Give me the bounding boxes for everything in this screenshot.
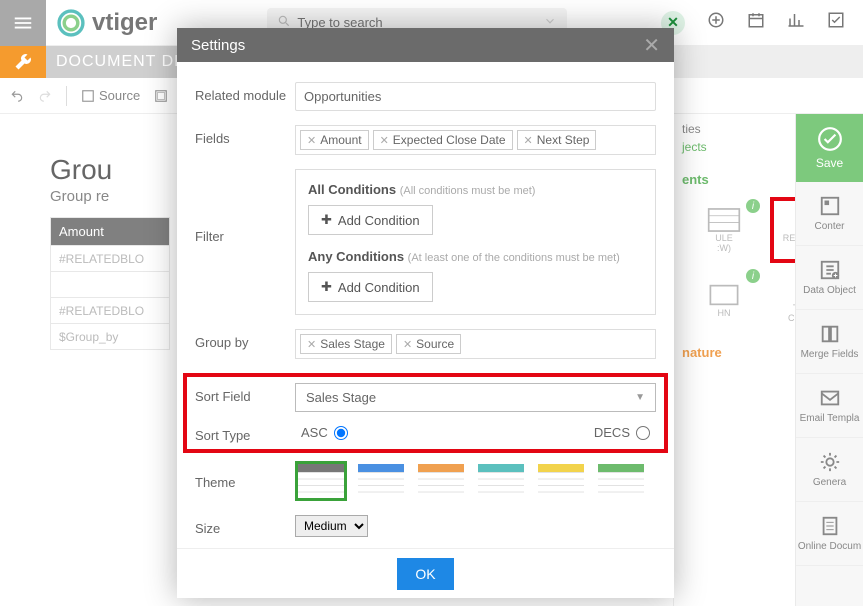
sort-field-select[interactable]: Sales Stage ▼ bbox=[295, 383, 656, 412]
remove-chip-icon[interactable]: ✕ bbox=[307, 338, 316, 351]
label-theme: Theme bbox=[195, 461, 295, 501]
chevron-down-icon: ▼ bbox=[635, 392, 645, 403]
component-rel-module[interactable]: i ULE :W) bbox=[682, 197, 766, 263]
menu-toggle-button[interactable] bbox=[0, 0, 46, 46]
modal-title: Settings bbox=[191, 37, 245, 54]
field-chip[interactable]: ✕Expected Close Date bbox=[373, 130, 513, 150]
sort-highlight: Sort Field Sales Stage ▼ Sort Type ASC D… bbox=[183, 373, 668, 453]
template-button[interactable] bbox=[154, 89, 168, 103]
label-fields: Fields bbox=[195, 125, 295, 155]
remove-chip-icon[interactable]: ✕ bbox=[307, 134, 316, 147]
theme-gray[interactable] bbox=[295, 461, 347, 501]
preview-table[interactable]: Amount #RELATEDBLO #RELATEDBLO $Group_by bbox=[50, 217, 170, 350]
toolbar-online-docs[interactable]: Online Docum bbox=[796, 502, 863, 566]
plus-icon: ✚ bbox=[321, 212, 332, 228]
source-button[interactable]: Source bbox=[81, 88, 140, 103]
modal-header: Settings ✕ bbox=[177, 28, 674, 62]
field-chip[interactable]: ✕Amount bbox=[300, 130, 369, 150]
settings-modal: Settings ✕ Related module Opportunities … bbox=[177, 28, 674, 598]
filter-box: All Conditions (All conditions must be m… bbox=[295, 169, 656, 315]
plus-icon: ✚ bbox=[321, 279, 332, 295]
modal-close-button[interactable]: ✕ bbox=[643, 33, 660, 58]
filter-all-title: All Conditions bbox=[308, 182, 396, 197]
toolbar-email-template[interactable]: Email Templa bbox=[796, 374, 863, 438]
sort-asc-radio[interactable]: ASC bbox=[301, 425, 348, 440]
theme-blue[interactable] bbox=[355, 461, 407, 501]
sort-desc-radio[interactable]: DECS bbox=[594, 425, 650, 440]
add-all-condition-button[interactable]: ✚Add Condition bbox=[308, 205, 433, 235]
fields-multiselect[interactable]: ✕Amount ✕Expected Close Date ✕Next Step bbox=[295, 125, 656, 155]
remove-chip-icon[interactable]: ✕ bbox=[380, 134, 389, 147]
tasks-icon[interactable] bbox=[827, 11, 845, 34]
remove-chip-icon[interactable]: ✕ bbox=[524, 134, 533, 147]
toolbar-general[interactable]: Genera bbox=[796, 438, 863, 502]
theme-green[interactable] bbox=[595, 461, 647, 501]
label-sort-type: Sort Type bbox=[195, 422, 295, 443]
table-header: Amount bbox=[51, 218, 169, 245]
filter-any-title: Any Conditions bbox=[308, 249, 404, 264]
info-badge-icon: i bbox=[746, 199, 760, 213]
component-hn[interactable]: i HN bbox=[682, 267, 766, 333]
table-row: #RELATEDBLO bbox=[51, 245, 169, 271]
label-sort-field: Sort Field bbox=[195, 383, 295, 412]
related-module-select[interactable]: Opportunities bbox=[295, 82, 656, 111]
ok-button[interactable]: OK bbox=[397, 558, 453, 590]
toolbar-content[interactable]: Conter bbox=[796, 182, 863, 246]
label-related-module: Related module bbox=[195, 82, 295, 111]
right-toolbar: Save Conter Data Object Merge Fields Ema… bbox=[795, 114, 863, 606]
groupby-chip[interactable]: ✕Sales Stage bbox=[300, 334, 392, 354]
reports-icon[interactable] bbox=[787, 11, 805, 34]
info-badge-icon: i bbox=[746, 269, 760, 283]
add-any-condition-button[interactable]: ✚Add Condition bbox=[308, 272, 433, 302]
groupby-chip[interactable]: ✕Source bbox=[396, 334, 461, 354]
theme-picker bbox=[295, 461, 656, 501]
logo-icon bbox=[54, 6, 88, 40]
plus-icon[interactable] bbox=[707, 11, 725, 34]
tab-properties[interactable]: ties bbox=[682, 122, 701, 136]
calendar-icon[interactable] bbox=[747, 11, 765, 34]
label-filter: Filter bbox=[195, 169, 295, 315]
label-size: Size bbox=[195, 515, 295, 537]
modal-footer: OK bbox=[177, 548, 674, 598]
redo-button[interactable] bbox=[38, 89, 52, 103]
filter-all-hint: (All conditions must be met) bbox=[400, 185, 536, 197]
brand-logo: vtiger bbox=[54, 6, 157, 40]
remove-chip-icon[interactable]: ✕ bbox=[403, 338, 412, 351]
save-button[interactable]: Save bbox=[796, 114, 863, 182]
undo-button[interactable] bbox=[10, 89, 24, 103]
label-group-by: Group by bbox=[195, 329, 295, 359]
theme-yellow[interactable] bbox=[535, 461, 587, 501]
hamburger-icon bbox=[12, 12, 34, 34]
toolbar-data-objects[interactable]: Data Object bbox=[796, 246, 863, 310]
top-icons: ✕ bbox=[661, 11, 863, 35]
table-row bbox=[51, 271, 169, 297]
toolbar-merge-fields[interactable]: Merge Fields bbox=[796, 310, 863, 374]
field-chip[interactable]: ✕Next Step bbox=[517, 130, 597, 150]
table-row: #RELATEDBLO bbox=[51, 297, 169, 323]
wrench-icon[interactable] bbox=[0, 46, 46, 78]
filter-any-hint: (At least one of the conditions must be … bbox=[408, 252, 620, 264]
size-select[interactable]: Medium bbox=[295, 515, 368, 537]
theme-teal[interactable] bbox=[475, 461, 527, 501]
brand-name: vtiger bbox=[92, 9, 157, 37]
group-by-multiselect[interactable]: ✕Sales Stage ✕Source bbox=[295, 329, 656, 359]
modal-body: Related module Opportunities Fields ✕Amo… bbox=[177, 62, 674, 548]
theme-orange[interactable] bbox=[415, 461, 467, 501]
separator bbox=[66, 86, 67, 106]
table-row: $Group_by bbox=[51, 323, 169, 349]
